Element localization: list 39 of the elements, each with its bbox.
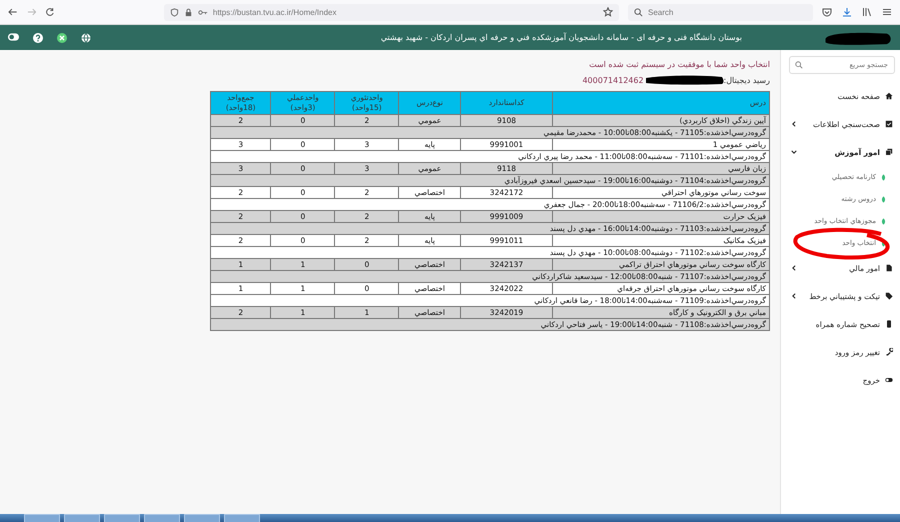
key-icon [198,8,208,16]
menu-item-icon [885,120,893,128]
reload-icon[interactable] [45,7,55,17]
url-text: https://bustan.tvu.ac.ir/Home/Index [212,8,336,16]
leaf-icon [880,174,887,180]
help-icon[interactable] [33,32,43,42]
site-title: بوستان دانشگاه فنی و حرفه ای - سامانه دانشجويان آموزشکده فني و حرفه اي پسران اردکان - شهيد بهشتي [380,33,742,42]
menu-item-icon [885,264,893,272]
search-icon [634,8,643,16]
leaf-icon [880,240,887,246]
success-message: انتخاب واحد شما با موفقيت در سيستم ثبت شده است [588,60,770,69]
download-icon[interactable] [842,7,852,17]
chevron-left-icon[interactable] [791,265,797,271]
library-icon[interactable] [862,7,872,17]
address-bar[interactable]: https://bustan.tvu.ac.ir/Home/Index [164,4,619,20]
menu-item-icon [885,320,893,328]
globe-icon[interactable] [81,32,91,42]
search-icon [795,61,803,69]
toggle-icon[interactable] [8,32,19,40]
menu-icon[interactable] [882,7,892,17]
browser-search-field[interactable]: Search [628,4,813,20]
shield-icon [170,8,179,16]
menu-item-icon [885,376,893,384]
leaf-icon [880,218,887,224]
star-icon[interactable] [602,7,613,17]
receipt-number: 400071412462 [582,76,644,84]
menu-item-icon [885,292,893,300]
menu-item-icon [885,348,893,356]
lock-icon [184,8,193,16]
pocket-icon[interactable] [822,7,832,17]
chevron-left-icon[interactable] [791,121,797,127]
close-circle-icon[interactable] [57,32,67,42]
receipt-label: رسيد ديجيتال: [724,76,770,84]
chevron-left-icon[interactable] [791,293,797,299]
menu-item-icon [885,92,893,100]
menu-item-icon [885,148,893,156]
back-arrow-icon[interactable] [8,7,18,17]
leaf-icon [880,196,887,202]
chevron-down-icon[interactable] [791,149,797,155]
